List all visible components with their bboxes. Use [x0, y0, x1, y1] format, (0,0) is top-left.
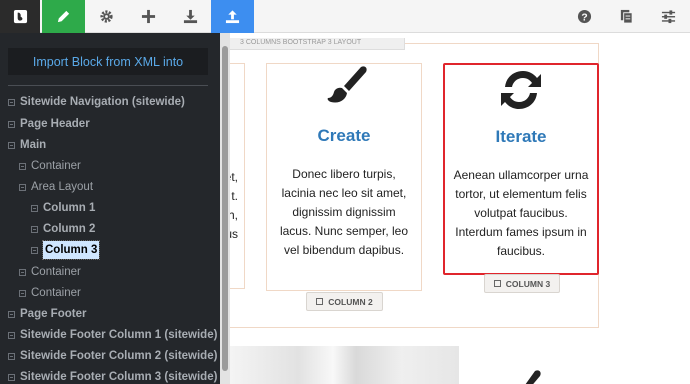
tree-item-container[interactable]: Container — [19, 157, 81, 175]
page-canvas: 3 COLUMNS BOOTSTRAP 3 LAYOUT et, t. h, u… — [230, 33, 690, 384]
download-icon[interactable] — [169, 0, 212, 33]
column-3-block[interactable]: Iterate Aenean ullamcorper urna tortor, … — [443, 63, 599, 275]
expand-icon[interactable] — [8, 310, 15, 318]
layout-label-tab[interactable]: 3 COLUMNS BOOTSTRAP 3 LAYOUT — [230, 38, 405, 50]
column-2-block[interactable]: Create Donec libero turpis, lacinia nec … — [266, 63, 422, 291]
tree-item-area-layout[interactable]: Area Layout — [19, 178, 93, 196]
tree-item-sitewide-navigation[interactable]: Sitewide Navigation (sitewide) — [8, 93, 185, 111]
upload-icon[interactable] — [211, 0, 254, 33]
collapse-icon[interactable] — [8, 141, 15, 149]
pencil-icon[interactable] — [42, 0, 85, 33]
column-1-block[interactable]: et, t. h, us — [230, 63, 245, 289]
gear-icon[interactable] — [85, 0, 128, 33]
column-2-label[interactable]: COLUMN 2 — [306, 292, 383, 311]
square-icon — [316, 298, 324, 305]
expand-icon[interactable] — [31, 225, 38, 233]
document-icon[interactable] — [605, 0, 648, 33]
column-title: Iterate — [495, 127, 547, 146]
expand-icon[interactable] — [8, 120, 15, 128]
expand-icon[interactable] — [19, 268, 26, 276]
expand-icon[interactable] — [31, 246, 38, 254]
expand-icon[interactable] — [8, 373, 15, 381]
sidebar-divider — [8, 85, 208, 86]
tree-item-column-3[interactable]: Column 3 — [31, 240, 101, 260]
block-tree-sidebar: Import Block from XML into Sitewide Navi… — [0, 33, 220, 384]
column-text: Donec libero turpis, lacinia nec leo sit… — [279, 167, 409, 257]
top-toolbar: ? — [0, 0, 690, 33]
expand-icon[interactable] — [19, 162, 26, 170]
tree-item-page-footer[interactable]: Page Footer — [8, 305, 86, 323]
plus-icon[interactable] — [127, 0, 170, 33]
tree-item-main[interactable]: Main — [8, 136, 46, 154]
column-3-label[interactable]: COLUMN 3 — [484, 274, 560, 293]
column-1-text: et, t. h, us — [230, 170, 238, 241]
content-image — [230, 346, 459, 384]
tree-item-footer-column-3[interactable]: Sitewide Footer Column 3 (sitewide) — [8, 368, 217, 384]
column-text: Aenean ullamcorper urna tortor, ut eleme… — [453, 168, 589, 258]
paintbrush-icon — [327, 66, 367, 103]
tree-item-footer-column-1[interactable]: Sitewide Footer Column 1 (sitewide) — [8, 326, 217, 344]
sliders-icon[interactable] — [647, 0, 690, 33]
logo-icon[interactable] — [0, 0, 40, 33]
column-title: Create — [317, 126, 371, 145]
tree-item-container[interactable]: Container — [19, 284, 81, 302]
svg-text:?: ? — [581, 12, 587, 23]
sidebar-scrollbar-thumb[interactable] — [222, 46, 228, 371]
tree-item-footer-column-2[interactable]: Sitewide Footer Column 2 (sitewide) — [8, 347, 217, 365]
paintbrush-icon — [525, 370, 541, 384]
tree-item-page-header[interactable]: Page Header — [8, 115, 90, 133]
question-icon[interactable]: ? — [563, 0, 606, 33]
expand-icon[interactable] — [8, 331, 15, 339]
expand-icon[interactable] — [8, 352, 15, 360]
refresh-icon — [501, 71, 541, 109]
tree-item-column-1[interactable]: Column 1 — [31, 199, 95, 217]
import-block-button[interactable]: Import Block from XML into — [8, 48, 208, 75]
collapse-icon[interactable] — [19, 183, 26, 191]
tree-item-container[interactable]: Container — [19, 263, 81, 281]
expand-icon[interactable] — [8, 98, 15, 106]
square-icon — [493, 280, 501, 287]
tree-item-column-2[interactable]: Column 2 — [31, 220, 95, 238]
expand-icon[interactable] — [31, 204, 38, 212]
expand-icon[interactable] — [19, 289, 26, 297]
